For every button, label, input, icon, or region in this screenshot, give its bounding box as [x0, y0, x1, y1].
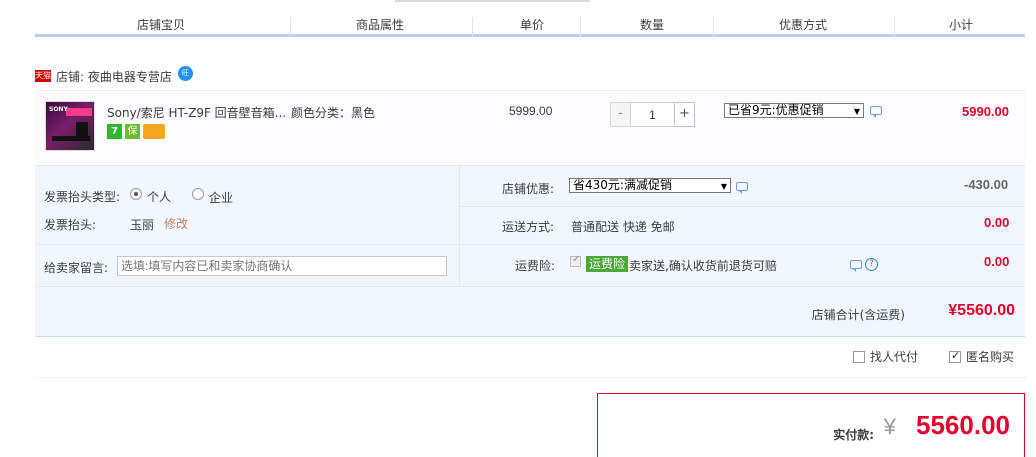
shop-discount-label: 店铺优惠:	[502, 182, 555, 196]
col-unit-price: 单价	[520, 18, 545, 32]
guarantee-icon[interactable]: 保	[125, 124, 140, 139]
anonymous-checkbox[interactable]	[949, 349, 961, 363]
wangwang-chat-icon[interactable]: 旺	[177, 65, 193, 81]
qty-plus-button[interactable]: +	[674, 102, 695, 127]
payment-summary: 实付款: ¥ 5560.00	[597, 393, 1025, 457]
col-separator	[580, 18, 581, 37]
invoice-personal-radio[interactable]	[130, 188, 142, 200]
col-separator	[290, 18, 291, 37]
invoice-title-label: 发票抬头:	[44, 218, 97, 232]
product-attribute: 颜色分类：黑色	[291, 106, 376, 120]
invoice-personal-label[interactable]: 个人	[147, 188, 171, 205]
item-subtotal: 5990.00	[962, 104, 1009, 119]
shop-total-amount: ¥5560.00	[948, 302, 1015, 319]
dropdown-arrow-icon: ▼	[720, 182, 727, 191]
proxy-pay-label[interactable]: 找人代付	[870, 348, 918, 365]
insurance-amount: 0.00	[984, 254, 1010, 269]
shop-discount-amount: -430.00	[964, 177, 1009, 192]
qty-input[interactable]	[631, 102, 674, 127]
service-badges: 7 保	[107, 124, 165, 139]
payment-currency: ¥	[883, 414, 896, 439]
col-separator	[894, 18, 895, 37]
dropdown-arrow-icon: ▼	[853, 107, 860, 116]
product-thumbnail[interactable]: SONY	[45, 101, 95, 151]
shop-name[interactable]: 店铺: 夜曲电器专营店	[56, 68, 172, 85]
insurance-text: 卖家送,确认收货前退货可赔	[629, 259, 777, 273]
invoice-edit-link[interactable]: 修改	[164, 215, 188, 232]
col-attributes: 商品属性	[356, 18, 405, 32]
invoice-company-label[interactable]: 企业	[209, 189, 233, 206]
credit-card-icon[interactable]	[143, 124, 165, 139]
anonymous-option[interactable]: 匿名购买	[949, 348, 1014, 365]
col-separator	[472, 18, 473, 37]
section-divider	[35, 377, 1025, 378]
shipping-label: 运送方式:	[502, 220, 555, 234]
quantity-stepper: - +	[610, 102, 695, 127]
shop-discount-select[interactable]: 省430元:满减促销 ▼	[569, 178, 731, 193]
col-subtotal: 小计	[949, 18, 974, 32]
insurance-label: 运费险:	[515, 259, 556, 273]
proxy-pay-option[interactable]: 找人代付	[853, 348, 918, 365]
order-details: 发票抬头类型: 个人 企业 发票抬头: 玉丽 修改 给卖家留言: 店铺优惠: 省…	[35, 165, 1025, 337]
promo-chat-icon[interactable]	[870, 106, 882, 118]
invoice-type-label: 发票抬头类型:	[44, 190, 121, 204]
invoice-company-radio[interactable]	[192, 188, 204, 200]
col-quantity: 数量	[640, 18, 665, 32]
anonymous-label[interactable]: 匿名购买	[966, 348, 1014, 365]
shop-row: 天猫 店铺: 夜曲电器专营店 旺	[35, 65, 193, 86]
invoice-title-value: 玉丽	[130, 218, 155, 232]
shipping-amount: 0.00	[984, 215, 1010, 230]
seller-message-input[interactable]	[117, 256, 447, 276]
column-header: 店铺宝贝 商品属性 单价 数量 优惠方式 小计	[35, 0, 1025, 37]
col-separator	[713, 18, 714, 37]
tmall-icon: 天猫	[35, 70, 51, 82]
cart-item-row: SONY Sony/索尼 HT-Z9F 回音壁音箱... 7 保 颜色分类：黑色…	[35, 90, 1025, 164]
shipping-value: 普通配送 快递 免邮	[571, 220, 675, 234]
insurance-chat-icon[interactable]	[850, 260, 862, 272]
payment-label: 实付款:	[833, 428, 874, 442]
discount-chat-icon[interactable]	[736, 182, 748, 194]
qty-minus-button[interactable]: -	[610, 102, 631, 127]
col-shop-item: 店铺宝贝	[137, 18, 186, 32]
proxy-pay-checkbox[interactable]	[853, 350, 865, 363]
help-icon[interactable]: ?	[865, 258, 878, 271]
payment-amount: 5560.00	[916, 410, 1010, 440]
shop-total-label: 店铺合计(含运费)	[811, 308, 905, 322]
unit-price: 5999.00	[509, 104, 553, 118]
col-discount: 优惠方式	[779, 18, 828, 32]
item-promo-select[interactable]: 已省9元:优惠促销 ▼	[724, 103, 864, 118]
insurance-checkbox[interactable]	[570, 254, 581, 267]
product-title[interactable]: Sony/索尼 HT-Z9F 回音壁音箱...	[107, 104, 285, 120]
message-label: 给卖家留言:	[44, 261, 109, 275]
insurance-tag: 运费险	[586, 256, 629, 272]
seven-day-return-icon[interactable]: 7	[107, 124, 122, 139]
